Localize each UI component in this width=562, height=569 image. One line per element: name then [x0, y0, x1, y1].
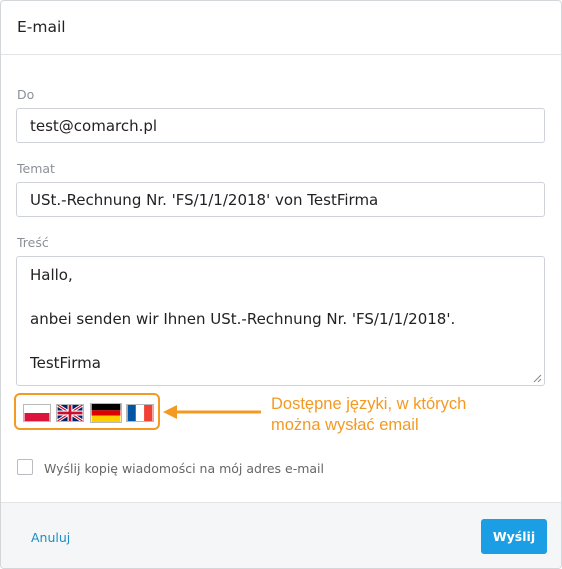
body-textarea[interactable]: Hallo, anbei senden wir Ihnen USt.-Rechn…	[16, 256, 545, 386]
dialog-title: E-mail	[17, 18, 66, 36]
cancel-button[interactable]: Anuluj	[31, 530, 70, 545]
send-copy-checkbox[interactable]	[17, 459, 33, 475]
dialog-header: E-mail	[1, 1, 561, 55]
annotation-line: można wysłać email	[271, 416, 419, 434]
send-copy-label[interactable]: Wyślij kopię wiadomości na mój adres e-m…	[44, 461, 324, 476]
subject-label: Temat	[17, 161, 55, 176]
body-label: Treść	[17, 235, 49, 250]
send-button[interactable]: Wyślij	[481, 519, 547, 554]
subject-field[interactable]: USt.-Rechnung Nr. 'FS/1/1/2018' von Test…	[16, 182, 545, 217]
to-field[interactable]: test@comarch.pl	[16, 108, 545, 143]
uk-flag-icon[interactable]	[56, 404, 84, 422]
body-line: Hallo,	[30, 266, 73, 284]
email-dialog: E-mail Do test@comarch.pl Temat USt.-Rec…	[0, 0, 562, 569]
france-flag-icon[interactable]	[126, 404, 154, 422]
to-value: test@comarch.pl	[30, 117, 158, 135]
body-line: TestFirma	[30, 354, 101, 372]
dialog-footer: Anuluj Wyślij	[1, 502, 561, 568]
body-line: anbei senden wir Ihnen USt.-Rechnung Nr.…	[30, 310, 456, 328]
resize-handle-icon[interactable]	[533, 374, 542, 383]
language-flags-box	[14, 393, 160, 430]
to-label: Do	[17, 87, 35, 102]
poland-flag-icon[interactable]	[23, 404, 51, 422]
subject-value: USt.-Rechnung Nr. 'FS/1/1/2018' von Test…	[30, 191, 379, 209]
annotation-arrow-icon	[163, 405, 261, 419]
languages-annotation: Dostępne języki, w których można wysłać …	[271, 394, 466, 436]
annotation-line: Dostępne języki, w których	[271, 395, 467, 413]
germany-flag-icon[interactable]	[90, 403, 122, 423]
